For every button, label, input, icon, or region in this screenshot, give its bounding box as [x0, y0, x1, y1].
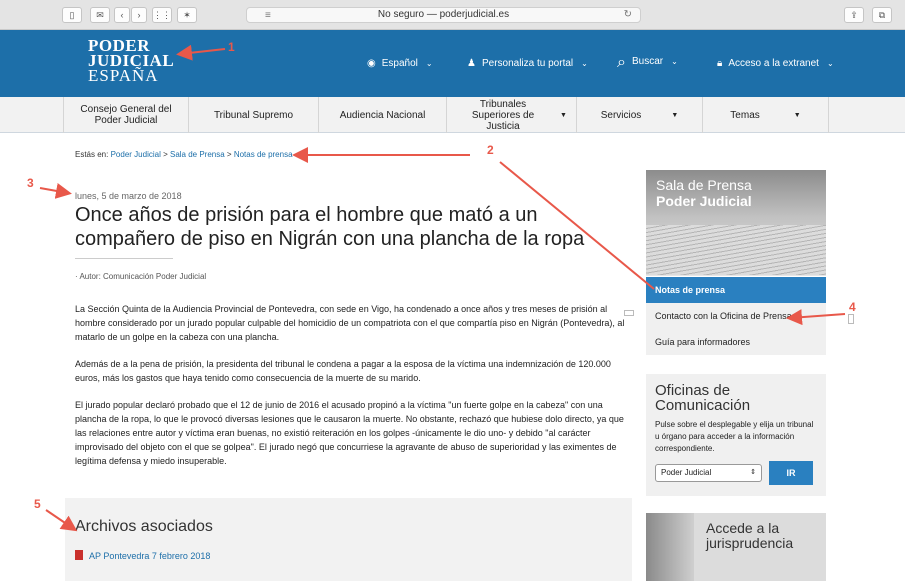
address-bar[interactable]: ≡ No seguro — poderjudicial.es ↻ — [246, 7, 641, 23]
annotation-number: 2 — [487, 143, 494, 157]
reader-icon[interactable]: ≡ — [265, 9, 271, 23]
share-icon[interactable]: ⇪ — [844, 7, 864, 23]
search-label: Buscar — [631, 56, 664, 67]
nav-item-cgpj[interactable]: Consejo General del Poder Judicial — [63, 97, 188, 133]
site-header: PODER JUDICIAL ESPAÑA ◉ Español ⌄ ♟ Persona… — [0, 30, 905, 97]
breadcrumb-link-sala-prensa[interactable]: Sala de Prensa — [170, 150, 225, 159]
associated-files: Archivos asociados AP Pontevedra 7 febre… — [65, 498, 632, 581]
breadcrumb-link-poder-judicial[interactable]: Poder Judicial — [111, 150, 161, 159]
article-paragraph: La Sección Quinta de la Audiencia Provin… — [75, 304, 625, 342]
nav-item-temas[interactable]: Temas ▼ — [702, 97, 829, 133]
annotation-number: 5 — [34, 497, 41, 511]
office-title: Oficinas de Comunicación — [655, 382, 751, 414]
article-paragraph: Además de a la pena de prisión, la presi… — [75, 359, 611, 383]
search-menu[interactable]: ⌕ Buscar ⌄ — [617, 54, 678, 72]
grid-icon[interactable]: ⋮⋮ — [152, 7, 172, 23]
personalize-label: Personaliza tu portal — [481, 58, 574, 69]
communication-offices: Oficinas de Comunicación Pulse sobre el … — [646, 374, 826, 496]
site-logo[interactable]: PODER JUDICIAL ESPAÑA — [88, 37, 174, 85]
jurisprudence-box[interactable]: Accede a la jurisprudencia — [646, 513, 826, 581]
divider — [75, 258, 173, 259]
file-link-label: AP Pontevedra 7 febrero 2018 — [89, 551, 211, 561]
article-date: lunes, 5 de marzo de 2018 — [75, 191, 182, 201]
tabs-icon[interactable]: ⧉ — [872, 7, 892, 23]
back-button[interactable]: ‹ — [114, 7, 130, 23]
office-text: Pulse sobre el desplegable y elija un tr… — [655, 420, 814, 453]
go-button[interactable]: IR — [769, 461, 813, 485]
sidebar-item-guia[interactable]: Guía para informadores — [646, 329, 826, 355]
sidebar-item-contacto[interactable]: Contacto con la Oficina de Prensa — [646, 303, 826, 329]
annotation-number: 3 — [27, 176, 34, 190]
chevron-down-icon: ▼ — [671, 111, 679, 119]
lock-icon: 🔒︎ — [717, 58, 723, 69]
sidebar-toggle-icon[interactable]: ▯ — [62, 7, 82, 23]
breadcrumb-link-notas-prensa[interactable]: Notas de prensa — [234, 150, 293, 159]
annotation-arrow-3 — [39, 183, 72, 199]
article-paragraph: El jurado popular declaró probado que el… — [75, 400, 624, 466]
article-title: Once años de prisión para el hombre que … — [75, 204, 585, 250]
reload-icon[interactable]: ↻ — [624, 8, 632, 22]
forward-button[interactable]: › — [131, 7, 147, 23]
article-author: · Autor: Comunicación Poder Judicial — [75, 272, 207, 281]
chevron-down-icon: ▼ — [560, 111, 567, 119]
logo-line3: ESPAÑA — [88, 66, 159, 85]
language-label: Español — [381, 58, 418, 69]
nav-label: Temas — [730, 109, 760, 121]
browser-toolbar: ▯ ✉ ‹ › ⋮⋮ ✶ ≡ No seguro — poderjudicial… — [0, 0, 905, 30]
office-select-value: Poder Judicial — [661, 468, 712, 477]
annotation-number: 4 — [849, 300, 856, 314]
breadcrumb-separator: > — [226, 150, 232, 159]
chevron-down-icon: ⌄ — [581, 59, 588, 68]
language-selector[interactable]: ◉ Español ⌄ — [367, 58, 433, 69]
nav-label: Servicios — [600, 109, 642, 121]
annotation-number: 1 — [228, 40, 235, 54]
chevron-down-icon: ▼ — [793, 111, 801, 119]
personalize-menu[interactable]: ♟ Personaliza tu portal ⌄ — [467, 58, 588, 69]
nav-item-supremo[interactable]: Tribunal Supremo — [188, 97, 318, 133]
nav-item-servicios[interactable]: Servicios ▼ — [576, 97, 702, 133]
justice-statue-image — [646, 513, 694, 581]
nav-label: Audiencia Nacional — [339, 109, 426, 121]
office-select[interactable]: Poder Judicial ⇕ — [655, 464, 762, 482]
nav-label: Consejo General del Poder Judicial — [80, 104, 172, 126]
extranet-menu[interactable]: 🔒︎ Acceso a la extranet ⌄ — [717, 58, 834, 69]
chevron-down-icon: ⌄ — [425, 59, 433, 68]
breadcrumb: Estás en: Poder Judicial > Sala de Prens… — [75, 150, 293, 159]
file-link[interactable]: AP Pontevedra 7 febrero 2018 — [75, 550, 210, 561]
extranet-label: Acceso a la extranet — [728, 58, 819, 69]
breadcrumb-prefix: Estás en: — [75, 150, 109, 159]
mail-icon[interactable]: ✉ — [90, 7, 110, 23]
nav-item-tsj[interactable]: Tribunales Superiores de Justicia ▼ — [446, 97, 576, 133]
breadcrumb-separator: > — [163, 150, 168, 159]
search-icon: ⌕ — [617, 54, 626, 71]
press-room-banner: Sala de Prensa Poder Judicial — [646, 170, 826, 276]
newspapers-image — [646, 225, 826, 275]
chevron-down-icon: ⌄ — [671, 57, 678, 66]
nav-label: Tribunales Superiores de Justicia — [471, 98, 535, 132]
sidebar-item-notas-prensa[interactable]: Notas de prensa — [646, 277, 826, 303]
banner-line1: Sala de Prensa — [656, 177, 752, 193]
user-icon: ♟ — [467, 58, 476, 69]
url-text: No seguro — poderjudicial.es — [377, 9, 510, 20]
globe-icon: ◉ — [367, 58, 376, 69]
toggle-icon[interactable] — [624, 310, 634, 316]
scroll-marker-icon — [848, 314, 854, 324]
nav-label: Tribunal Supremo — [213, 109, 294, 121]
banner-line2: Poder Judicial — [656, 193, 752, 209]
associated-files-heading: Archivos asociados — [75, 518, 213, 535]
shield-icon[interactable]: ✶ — [177, 7, 197, 23]
main-nav: Consejo General del Poder Judicial Tribu… — [0, 97, 905, 133]
select-arrows-icon: ⇕ — [750, 469, 756, 476]
pdf-icon — [75, 550, 83, 560]
nav-item-audiencia[interactable]: Audiencia Nacional — [318, 97, 446, 133]
chevron-down-icon: ⌄ — [826, 59, 834, 68]
jurisprudence-title: Accede a la jurisprudencia — [706, 520, 794, 551]
